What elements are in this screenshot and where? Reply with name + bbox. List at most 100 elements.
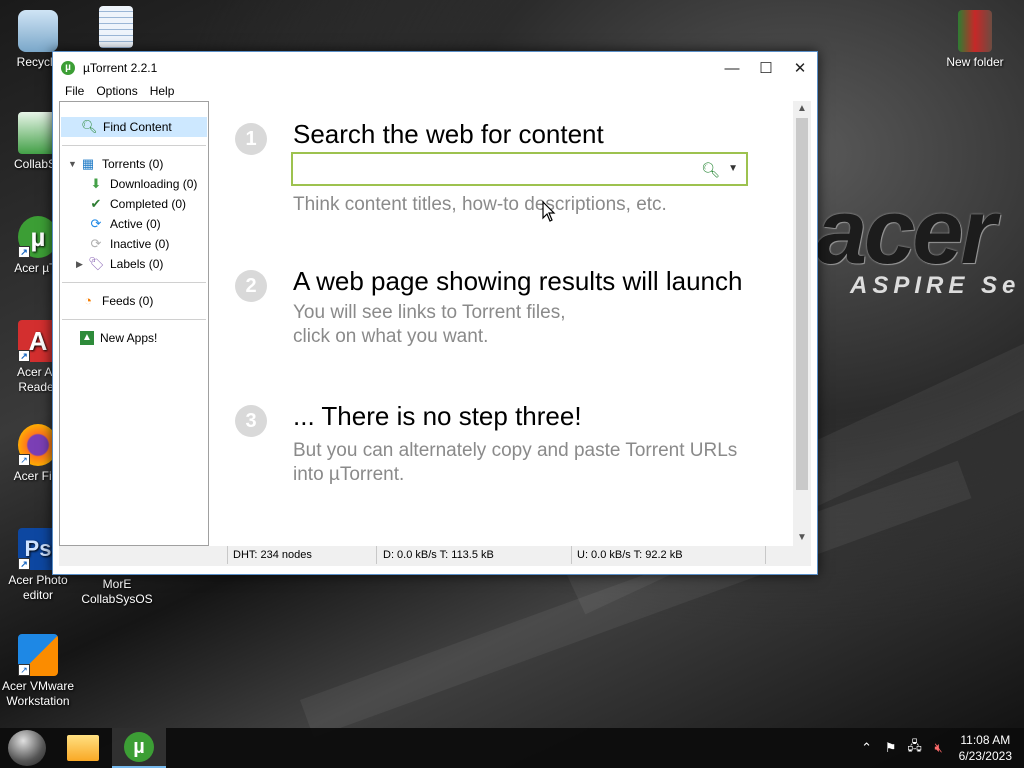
sidebar-item-downloading[interactable]: ⬇ Downloading (0) — [60, 174, 208, 194]
sidebar-item-label: Find Content — [103, 120, 172, 134]
notepad-icon — [99, 6, 133, 48]
clock-date: 6/23/2023 — [958, 749, 1012, 763]
sidebar-item-label: Labels (0) — [110, 257, 164, 271]
chevron-down-icon[interactable]: ▼ — [68, 159, 78, 169]
folder-icon — [67, 735, 99, 761]
sidebar-item-completed[interactable]: ✔ Completed (0) — [60, 194, 208, 214]
taskbar-utorrent[interactable]: µ — [112, 728, 166, 768]
step-description: But you can alternately copy and paste T… — [293, 440, 738, 461]
torrents-icon: ▦ — [81, 156, 95, 171]
shortcut-arrow-icon: ↗ — [18, 246, 30, 258]
volume-muted-icon[interactable]: 🔇︎ — [927, 740, 951, 756]
menu-help[interactable]: Help — [150, 84, 175, 100]
status-divider — [376, 546, 377, 564]
sidebar-item-label: Completed (0) — [110, 197, 187, 211]
desktop-icon-notepad[interactable] — [78, 6, 154, 51]
scroll-down-arrow-icon[interactable]: ▼ — [793, 530, 811, 546]
maximize-button[interactable]: ☐ — [749, 52, 783, 84]
sidebar-item-labels[interactable]: ▶ 🏷︎ Labels (0) — [60, 254, 208, 274]
sidebar-item-feeds[interactable]: ◔ Feeds (0) — [60, 291, 208, 311]
sidebar-divider — [62, 145, 206, 146]
flag-icon[interactable]: ⚑ — [879, 740, 903, 756]
desktop-icon-label: New folder — [946, 55, 1004, 69]
window-title: µTorrent 2.2.1 — [83, 61, 158, 75]
sidebar-item-find-content[interactable]: 🔍︎ Find Content — [61, 117, 207, 137]
taskbar: µ ⌃ ⚑ 🖧︎ 🔇︎ 11:08 AM 6/23/2023 — [0, 728, 1024, 768]
status-divider — [571, 546, 572, 564]
step-description: into µTorrent. — [293, 464, 405, 485]
utorrent-window: µ µTorrent 2.2.1 — ☐ ✕ File Options Help… — [52, 51, 818, 575]
sidebar-item-torrents[interactable]: ▼ ▦ Torrents (0) — [60, 154, 208, 174]
apps-icon: ▲ — [80, 331, 94, 345]
clock[interactable]: 11:08 AM 6/23/2023 — [959, 732, 1012, 764]
sidebar-item-inactive[interactable]: ⟳ Inactive (0) — [60, 234, 208, 254]
utorrent-icon: µ — [61, 61, 75, 75]
status-divider — [765, 546, 766, 564]
status-bar: DHT: 234 nodes D: 0.0 kB/s T: 113.5 kB U… — [59, 546, 811, 566]
sidebar-item-active[interactable]: ⟳ Active (0) — [60, 214, 208, 234]
inactive-refresh-icon: ⟳ — [90, 236, 102, 251]
step-number-badge: 1 — [235, 123, 267, 155]
step-description: click on what you want. — [293, 326, 489, 347]
folder-icon — [958, 10, 992, 52]
step-number-badge: 2 — [235, 270, 267, 302]
scroll-up-arrow-icon[interactable]: ▲ — [793, 101, 811, 117]
sidebar-item-label: Inactive (0) — [110, 237, 170, 251]
taskbar-file-explorer[interactable] — [56, 728, 110, 768]
wallpaper-acer-logo: acer — [816, 181, 996, 283]
status-dht: DHT: 234 nodes — [233, 549, 312, 561]
sidebar-item-label: Torrents (0) — [102, 157, 164, 171]
wallpaper-aspire-text: ASPIRE Se — [850, 272, 1021, 299]
desktop-icon-new-folder[interactable]: New folder — [937, 10, 1013, 70]
chevron-right-icon[interactable]: ▶ — [76, 259, 86, 270]
scrollbar-thumb[interactable] — [796, 118, 808, 490]
recycle-bin-icon — [18, 10, 58, 52]
search-input[interactable]: 🔍︎ ▼ — [291, 152, 748, 186]
step-title: A web page showing results will launch — [293, 266, 743, 296]
shortcut-arrow-icon: ↗ — [18, 664, 30, 676]
start-button[interactable] — [8, 730, 46, 766]
shortcut-arrow-icon: ↗ — [18, 454, 30, 466]
mouse-cursor-icon — [542, 201, 556, 222]
utorrent-icon: µ — [124, 732, 154, 762]
vmware-icon: ↗ — [18, 634, 58, 676]
window-content: 🔍︎ Find Content ▼ ▦ Torrents (0) ⬇ Downl… — [59, 101, 811, 546]
step-description: You will see links to Torrent files, — [293, 302, 566, 323]
window-controls: — ☐ ✕ — [715, 52, 817, 84]
desktop-icon-label: Acer Photo editor — [8, 573, 68, 602]
network-icon[interactable]: 🖧︎ — [903, 737, 927, 759]
sidebar-item-new-apps[interactable]: ▲ New Apps! — [60, 328, 208, 348]
tag-icon: 🏷︎ — [88, 256, 105, 271]
system-tray: ⌃ ⚑ 🖧︎ 🔇︎ 11:08 AM 6/23/2023 — [855, 728, 1024, 768]
menu-options[interactable]: Options — [96, 84, 137, 100]
step-description: Think content titles, how-to description… — [293, 194, 667, 215]
search-icon: 🔍︎ — [81, 119, 98, 134]
sidebar-divider — [62, 282, 206, 283]
status-divider — [227, 546, 228, 564]
step-number-badge: 3 — [235, 405, 267, 437]
rss-icon: ◔ — [84, 293, 92, 308]
sidebar-item-label: Downloading (0) — [110, 177, 198, 191]
desktop-icon-vmware[interactable]: ↗ Acer VMware Workstation — [0, 634, 76, 709]
desktop-icon-label: MorE CollabSysOS — [81, 577, 153, 606]
chevron-up-icon[interactable]: ⌃ — [855, 740, 879, 756]
close-button[interactable]: ✕ — [783, 52, 817, 84]
menu-file[interactable]: File — [65, 84, 84, 100]
step-title: ... There is no step three! — [293, 401, 582, 431]
checkmark-icon: ✔ — [90, 196, 102, 211]
minimize-button[interactable]: — — [715, 52, 749, 84]
title-bar[interactable]: µ µTorrent 2.2.1 — ☐ ✕ — [53, 52, 817, 84]
status-upload: U: 0.0 kB/s T: 92.2 kB — [577, 549, 683, 561]
step-title: Search the web for content — [293, 119, 604, 149]
search-icon[interactable]: 🔍︎ — [701, 161, 720, 179]
shortcut-arrow-icon: ↗ — [18, 558, 30, 570]
find-content-panel: 1 Search the web for content 🔍︎ ▼ Think … — [209, 101, 811, 546]
vertical-scrollbar[interactable]: ▲ ▼ — [793, 101, 811, 546]
sidebar-divider — [62, 319, 206, 320]
refresh-icon: ⟳ — [90, 216, 102, 231]
chevron-down-icon[interactable]: ▼ — [728, 163, 738, 174]
clock-time: 11:08 AM — [960, 733, 1011, 747]
status-download: D: 0.0 kB/s T: 113.5 kB — [383, 549, 494, 561]
sidebar-item-label: Feeds (0) — [102, 294, 154, 308]
download-arrow-icon: ⬇ — [90, 176, 102, 191]
